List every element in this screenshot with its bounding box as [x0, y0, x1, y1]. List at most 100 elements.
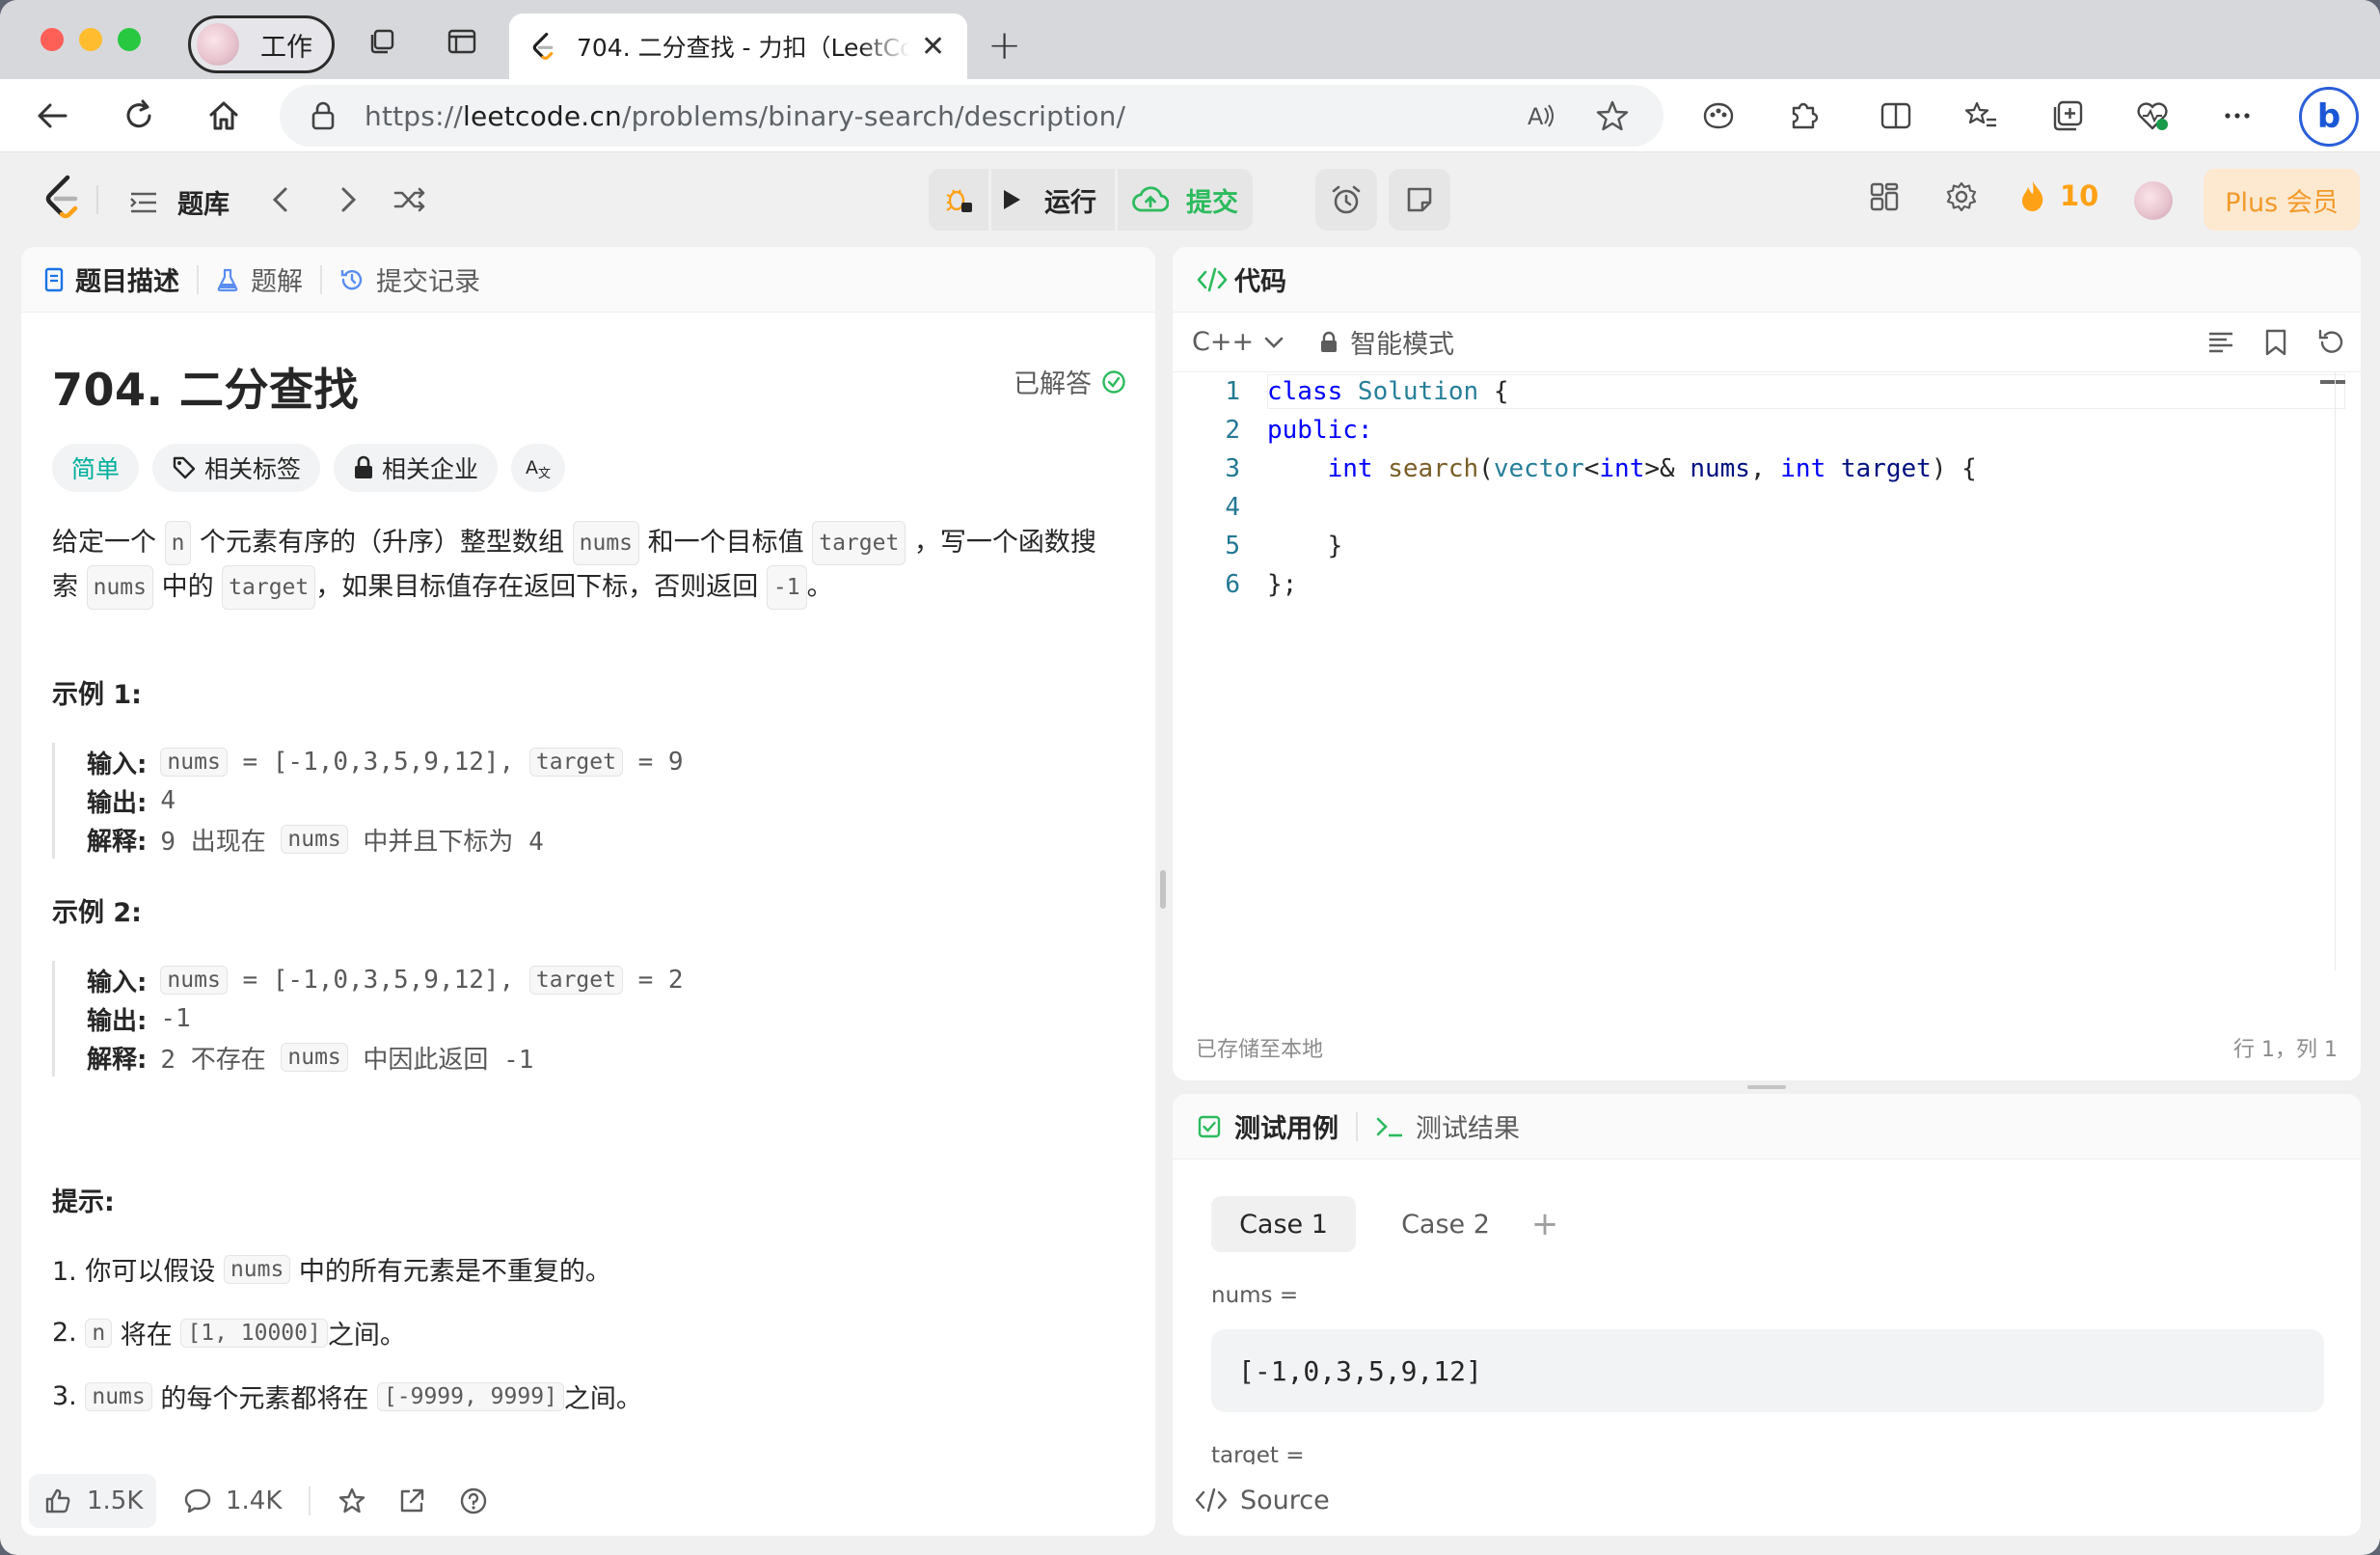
- comments-button[interactable]: 1.4K: [183, 1487, 282, 1515]
- source-bar: Source: [1173, 1464, 2361, 1536]
- translate-button[interactable]: A文: [511, 444, 566, 492]
- code-line-1: 1 class Solution {: [1173, 372, 1508, 411]
- url-text[interactable]: https://leetcode.cn/problems/binary-sear…: [365, 100, 1125, 132]
- next-problem-icon[interactable]: [336, 185, 361, 214]
- case-1-tab[interactable]: Case 1: [1211, 1196, 1356, 1252]
- notes-button[interactable]: [1389, 169, 1450, 231]
- home-button[interactable]: [204, 96, 243, 135]
- lock-icon[interactable]: [311, 101, 336, 130]
- star-icon[interactable]: [338, 1487, 366, 1515]
- more-options-icon[interactable]: [2220, 98, 2255, 133]
- related-companies-button[interactable]: 相关企业: [334, 444, 499, 492]
- tab-test-cases[interactable]: 测试用例: [1198, 1107, 1339, 1145]
- code-line-3: 3 int search(vector < int >& nums, int targ…: [1173, 450, 1976, 488]
- favorites-icon[interactable]: [1963, 98, 1998, 133]
- explain-text: 中因此返回 -1: [347, 1045, 534, 1075]
- input-target-value: = 9: [622, 748, 684, 777]
- read-aloud-icon[interactable]: A: [1524, 98, 1558, 133]
- bookmark-icon[interactable]: [2262, 328, 2289, 357]
- related-tags-button[interactable]: 相关标签: [152, 444, 321, 492]
- profile-switcher[interactable]: 工作: [188, 15, 335, 73]
- prev-problem-icon[interactable]: [268, 185, 293, 214]
- refresh-button[interactable]: [120, 96, 158, 135]
- tab-description[interactable]: 题目描述: [44, 260, 179, 298]
- daily-streak[interactable]: 10: [2019, 179, 2098, 212]
- timer-button[interactable]: [1315, 169, 1377, 231]
- format-code-icon[interactable]: [2206, 328, 2235, 357]
- output-key: 输出:: [87, 1006, 148, 1036]
- tab-solutions[interactable]: 题解: [216, 260, 303, 298]
- code-token: {: [1478, 377, 1509, 406]
- split-screen-icon[interactable]: [1879, 98, 1913, 133]
- hint-text: 中的所有元素是不重复的。: [290, 1257, 611, 1287]
- horizontal-resize-handle[interactable]: [1747, 1085, 1786, 1089]
- submit-button[interactable]: 提交: [1118, 169, 1253, 231]
- browser-essentials-icon[interactable]: [1701, 98, 1736, 133]
- nums-value: [-1,0,3,5,9,12]: [1238, 1354, 1482, 1387]
- like-button[interactable]: 1.5K: [29, 1474, 156, 1528]
- hints-heading: 提示:: [52, 1187, 115, 1217]
- example-2-block: 输入: nums = [-1,0,3,5,9,12], target = 2 输出…: [52, 961, 1132, 1077]
- hint-text: 之间。: [563, 1384, 642, 1414]
- close-tab-icon[interactable]: ✕: [921, 30, 945, 64]
- smart-mode-label: 智能模式: [1350, 330, 1455, 360]
- smart-mode-toggle[interactable]: 智能模式: [1319, 323, 1454, 361]
- collections-icon[interactable]: [368, 29, 397, 54]
- source-toggle[interactable]: Source: [1194, 1486, 1330, 1515]
- active-browser-tab[interactable]: 704. 二分查找 - 力扣（LeetCode） ✕: [509, 14, 967, 79]
- share-icon[interactable]: [397, 1487, 426, 1515]
- extensions-icon[interactable]: [1786, 98, 1821, 133]
- problem-description: 给定一个 n 个元素有序的（升序）整型数组 nums 和一个目标值 target…: [52, 521, 1155, 610]
- random-problem-icon[interactable]: [393, 185, 426, 214]
- plus-membership-button[interactable]: Plus 会员: [2204, 169, 2360, 231]
- browser-tab-strip: 工作 704. 二分查找 - 力扣（LeetCode） ✕ +: [0, 0, 2380, 79]
- problem-description-panel: 题目描述 题解 提交记录 704. 二分查找 已解答 简单 相关标签 相关企业 …: [21, 247, 1155, 1536]
- settings-gear-icon[interactable]: [1946, 181, 1977, 212]
- add-case-button[interactable]: +: [1526, 1196, 1564, 1252]
- collections-add-icon[interactable]: [2050, 98, 2085, 133]
- close-window-button[interactable]: [41, 28, 64, 51]
- hint-text: 2.: [52, 1318, 86, 1348]
- example-1-block: 输入: nums = [-1,0,3,5,9,12], target = 9 输出…: [52, 743, 1132, 859]
- reset-code-icon[interactable]: [2316, 328, 2345, 357]
- help-icon[interactable]: [459, 1487, 488, 1515]
- favorite-star-icon[interactable]: [1595, 98, 1630, 133]
- comment-count: 1.4K: [226, 1487, 283, 1515]
- browser-health-icon[interactable]: [2135, 98, 2170, 133]
- explain-text: 9 出现在: [160, 827, 282, 857]
- example-2-input: 输入: nums = [-1,0,3,5,9,12], target = 2: [87, 961, 1132, 999]
- desc-text: 和一个目标值: [647, 528, 804, 558]
- profile-label: 工作: [260, 32, 312, 63]
- vertical-resize-handle[interactable]: [1160, 870, 1166, 909]
- minimize-window-button[interactable]: [79, 28, 102, 51]
- test-case-panel: 测试用例 测试结果 Case 1 Case 2 + nums = [-1,0,3…: [1173, 1094, 2361, 1536]
- case-2-tab[interactable]: Case 2: [1373, 1196, 1518, 1252]
- inline-code-nums: nums: [281, 825, 348, 854]
- problem-list-button[interactable]: 题库: [129, 183, 230, 221]
- run-button[interactable]: 运行: [991, 169, 1115, 231]
- vertical-tabs-icon[interactable]: [447, 29, 476, 54]
- zoom-window-button[interactable]: [118, 28, 141, 51]
- layout-icon[interactable]: [1869, 181, 1900, 212]
- debug-button[interactable]: [929, 169, 988, 231]
- back-button[interactable]: [33, 96, 71, 135]
- inline-code-target: target: [528, 966, 623, 995]
- input-target-value: = 2: [622, 966, 684, 995]
- code-editor[interactable]: 1 class Solution { 2 public: 3 int search(…: [1173, 372, 2361, 970]
- tab-test-results[interactable]: 测试结果: [1375, 1107, 1520, 1145]
- inline-code-target: target: [222, 565, 316, 610]
- home-icon: [209, 101, 238, 130]
- new-tab-button[interactable]: +: [987, 21, 1021, 68]
- tab-submissions[interactable]: 提交记录: [339, 260, 480, 298]
- user-avatar[interactable]: [2134, 181, 2173, 220]
- problem-bank-label: 题库: [177, 190, 230, 220]
- difficulty-badge[interactable]: 简单: [52, 444, 140, 492]
- nums-input[interactable]: [-1,0,3,5,9,12]: [1211, 1329, 2324, 1412]
- address-bar[interactable]: https://leetcode.cn/problems/binary-sear…: [280, 85, 1663, 147]
- leetcode-favicon-icon: [532, 32, 554, 61]
- copilot-button[interactable]: b: [2299, 87, 2359, 147]
- inline-code-n: n: [85, 1318, 113, 1348]
- leetcode-logo-icon[interactable]: [42, 174, 81, 220]
- submit-label: 提交: [1186, 187, 1238, 218]
- language-selector[interactable]: C++: [1192, 327, 1285, 357]
